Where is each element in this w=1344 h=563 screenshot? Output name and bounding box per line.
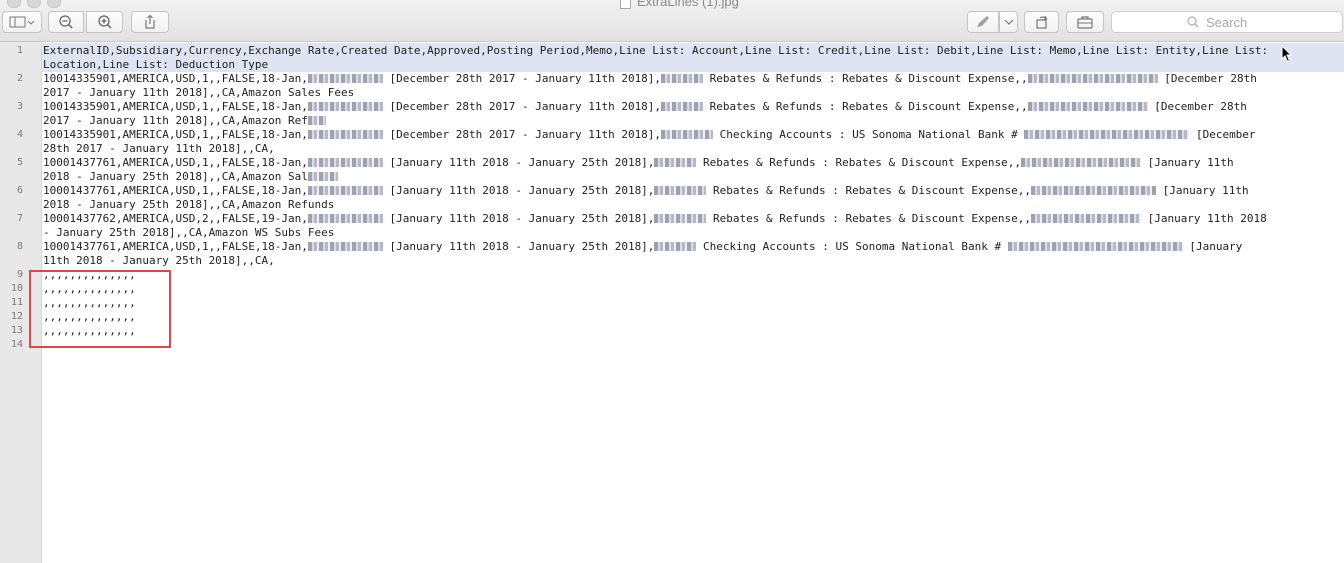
redacted-text bbox=[1027, 74, 1158, 83]
csv-line: 2017 - January 11th 2018],,CA,Amazon Sal… bbox=[43, 86, 355, 99]
redacted-text bbox=[661, 74, 704, 83]
redacted-text bbox=[654, 158, 697, 167]
line-number: 9 bbox=[16, 269, 23, 280]
rotate-icon bbox=[1035, 15, 1047, 29]
sidebar-toggle-button[interactable] bbox=[2, 11, 42, 33]
zoom-out-icon bbox=[59, 15, 73, 29]
redacted-text bbox=[1007, 242, 1183, 251]
redacted-text bbox=[307, 214, 383, 223]
toolbar: ExtraLines (1).jpg bbox=[0, 0, 1344, 42]
line-number: 10 bbox=[10, 283, 23, 294]
mouse-cursor-icon bbox=[1281, 45, 1293, 63]
csv-line: 10001437761,AMERICA,USD,1,,FALSE,18-Jan,… bbox=[43, 240, 1243, 253]
redacted-text bbox=[1030, 214, 1141, 223]
toolbox-button[interactable] bbox=[1066, 11, 1104, 33]
line-number: 3 bbox=[16, 101, 23, 112]
line-number: 11 bbox=[10, 297, 23, 308]
pen-icon bbox=[977, 16, 989, 27]
csv-line: 2017 - January 11th 2018],,CA,Amazon Ref bbox=[43, 114, 326, 128]
csv-line: 2018 - January 25th 2018],,CA,Amazon Ref… bbox=[43, 198, 335, 211]
line-number: 4 bbox=[16, 129, 23, 140]
zoom-in-button[interactable] bbox=[86, 11, 123, 33]
csv-line: - January 25th 2018],,CA,Amazon WS Subs … bbox=[43, 226, 335, 239]
csv-line: ExternalID,Subsidiary,Currency,Exchange … bbox=[43, 44, 1269, 57]
search-icon bbox=[1187, 16, 1199, 28]
redacted-text bbox=[1027, 102, 1148, 111]
redacted-text bbox=[307, 116, 326, 125]
line-number: 7 bbox=[16, 213, 23, 224]
zoom-out-button[interactable] bbox=[48, 11, 84, 33]
csv-line: 10001437761,AMERICA,USD,1,,FALSE,18-Jan,… bbox=[43, 156, 1234, 169]
line-number: 2 bbox=[16, 73, 23, 84]
redacted-text bbox=[307, 172, 338, 181]
csv-line: 11th 2018 - January 25th 2018],,CA, bbox=[43, 254, 275, 267]
line-number: 14 bbox=[10, 339, 23, 350]
line-number: 6 bbox=[16, 185, 23, 196]
highlight-annotation-box bbox=[29, 270, 171, 348]
csv-line: 10001437762,AMERICA,USD,2,,FALSE,19-Jan,… bbox=[43, 212, 1267, 225]
rotate-button[interactable] bbox=[1024, 11, 1059, 33]
redacted-text bbox=[307, 158, 383, 167]
redacted-text bbox=[307, 186, 383, 195]
toolbox-icon bbox=[1077, 16, 1093, 29]
close-window-button[interactable] bbox=[7, 0, 21, 8]
line-number: 12 bbox=[10, 311, 23, 322]
window-title: ExtraLines (1).jpg bbox=[620, 0, 739, 10]
minimize-window-button[interactable] bbox=[27, 0, 41, 8]
redacted-text bbox=[307, 74, 383, 83]
chevron-down-icon bbox=[1004, 19, 1013, 25]
redacted-text bbox=[654, 186, 707, 195]
csv-line: 10014335901,AMERICA,USD,1,,FALSE,18-Jan,… bbox=[43, 72, 1257, 85]
csv-line: 10001437761,AMERICA,USD,1,,FALSE,18-Jan,… bbox=[43, 184, 1249, 197]
text-editor[interactable]: ExternalID,Subsidiary,Currency,Exchange … bbox=[42, 42, 1344, 563]
redacted-text bbox=[307, 130, 383, 139]
csv-line: 10014335901,AMERICA,USD,1,,FALSE,18-Jan,… bbox=[43, 128, 1256, 141]
search-field[interactable] bbox=[1111, 11, 1343, 33]
redacted-text bbox=[1024, 130, 1190, 139]
csv-line: Location,Line List: Deduction Type bbox=[43, 58, 269, 71]
share-icon bbox=[145, 14, 155, 29]
line-number: 1 bbox=[16, 45, 23, 56]
redacted-text bbox=[1030, 186, 1156, 195]
redacted-text bbox=[1020, 158, 1141, 167]
document-icon bbox=[620, 0, 631, 10]
csv-line: 2018 - January 25th 2018],,CA,Amazon Sal bbox=[43, 170, 338, 184]
redacted-text bbox=[307, 242, 383, 251]
line-number: 13 bbox=[10, 325, 23, 336]
markup-menu-button[interactable] bbox=[999, 11, 1018, 33]
redacted-text bbox=[307, 102, 383, 111]
redacted-text bbox=[661, 130, 714, 139]
line-number: 5 bbox=[16, 157, 23, 168]
line-number: 8 bbox=[16, 241, 23, 252]
redacted-text bbox=[654, 214, 707, 223]
csv-line: 10014335901,AMERICA,USD,1,,FALSE,18-Jan,… bbox=[43, 100, 1247, 113]
zoom-in-icon bbox=[97, 15, 112, 29]
redacted-text bbox=[654, 242, 697, 251]
markup-button[interactable] bbox=[967, 11, 999, 33]
csv-line: 28th 2017 - January 11th 2018],,CA, bbox=[43, 142, 275, 155]
share-button[interactable] bbox=[131, 11, 169, 33]
redacted-text bbox=[661, 102, 704, 111]
search-input[interactable] bbox=[1204, 13, 1268, 31]
zoom-window-button[interactable] bbox=[47, 0, 61, 8]
sidebar-icon bbox=[9, 16, 35, 28]
